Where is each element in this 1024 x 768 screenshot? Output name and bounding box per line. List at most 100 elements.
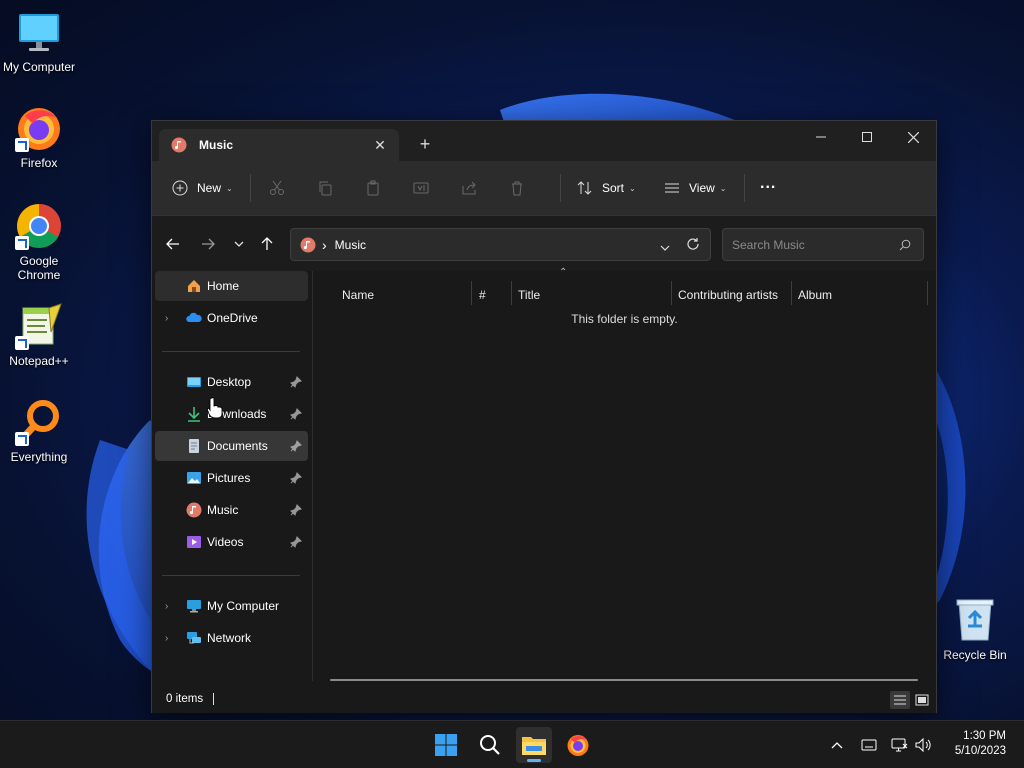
desktop-icon-firefox[interactable]: Firefox	[1, 104, 77, 170]
tab-music[interactable]: Music ✕	[159, 129, 399, 161]
sort-button[interactable]: Sort ⌄	[577, 172, 649, 204]
column-header-number[interactable]: #	[479, 283, 486, 307]
chevron-right-icon[interactable]: ›	[165, 633, 168, 644]
large-icons-view-button[interactable]	[912, 691, 932, 709]
search-icon	[899, 239, 911, 251]
share-button[interactable]	[461, 172, 509, 204]
search-input[interactable]	[732, 237, 892, 252]
toolbar-separator	[250, 174, 251, 202]
chevron-right-icon[interactable]: ›	[165, 601, 168, 612]
column-divider[interactable]	[511, 281, 512, 305]
desktop-icon-recycle-bin[interactable]: Recycle Bin	[937, 596, 1013, 662]
paste-button[interactable]	[365, 172, 413, 204]
pin-icon	[290, 376, 302, 388]
search-button[interactable]	[472, 727, 508, 763]
taskbar-file-explorer[interactable]	[516, 727, 552, 763]
toolbar-separator	[560, 174, 561, 202]
chevron-down-icon: ⌄	[629, 183, 636, 193]
new-tab-button[interactable]: +	[414, 133, 436, 155]
network-status-icon	[891, 738, 908, 752]
sidebar-item-label: Pictures	[207, 471, 251, 485]
sidebar-item-my-computer[interactable]: › My Computer	[155, 591, 308, 621]
column-header-name[interactable]: Name	[342, 283, 374, 307]
desktop-icon-label: Everything	[10, 450, 68, 464]
minimize-button[interactable]	[798, 121, 844, 153]
large-icons-view-icon	[915, 694, 929, 706]
address-bar[interactable]: › Music	[290, 228, 711, 261]
volume-icon	[915, 737, 931, 753]
minimize-icon	[816, 136, 826, 138]
title-bar[interactable]: Music ✕ +	[152, 121, 936, 161]
arrow-up-icon	[261, 237, 273, 250]
column-header-contributing-artists[interactable]: Contributing artists	[678, 283, 778, 307]
desktop-icon-google-chrome[interactable]: Google Chrome	[1, 202, 77, 282]
chevron-down-icon	[660, 245, 670, 251]
music-folder-icon	[186, 502, 202, 518]
clock[interactable]: 1:30 PM 5/10/2023	[955, 729, 1006, 759]
horizontal-scrollbar[interactable]	[330, 679, 918, 681]
search-box[interactable]	[722, 228, 924, 261]
close-tab-button[interactable]: ✕	[371, 136, 389, 154]
chevron-down-icon	[234, 241, 244, 247]
column-header-album[interactable]: Album	[798, 283, 832, 307]
details-view-icon	[894, 695, 906, 705]
column-header-title[interactable]: Title	[518, 283, 540, 307]
sidebar-divider	[162, 575, 300, 576]
recent-locations-button[interactable]	[229, 234, 249, 254]
active-indicator	[527, 759, 541, 762]
rename-button[interactable]	[413, 172, 461, 204]
address-dropdown-button[interactable]	[660, 240, 670, 254]
back-button[interactable]	[163, 234, 183, 254]
breadcrumb-separator[interactable]: ›	[322, 237, 327, 253]
maximize-button[interactable]	[844, 121, 890, 153]
copy-icon	[319, 181, 332, 196]
shortcut-arrow-icon	[15, 236, 29, 250]
see-more-button[interactable]: ...	[760, 172, 790, 204]
desktop-icon-everything[interactable]: Everything	[1, 398, 77, 464]
sidebar-item-network[interactable]: › Network	[155, 623, 308, 653]
desktop-icon-my-computer[interactable]: My Computer	[1, 8, 77, 74]
up-button[interactable]	[257, 234, 277, 254]
column-divider[interactable]	[471, 281, 472, 305]
column-divider[interactable]	[791, 281, 792, 305]
download-icon	[188, 407, 200, 422]
desktop-icon-notepadpp[interactable]: Notepad++	[1, 302, 77, 368]
cut-button[interactable]	[269, 172, 317, 204]
chevron-right-icon[interactable]: ›	[165, 313, 168, 324]
show-hidden-icons-button[interactable]	[828, 736, 846, 754]
details-view-button[interactable]	[890, 691, 910, 709]
column-divider[interactable]	[927, 281, 928, 305]
sidebar-item-label: Desktop	[207, 375, 252, 389]
sidebar-item-pictures[interactable]: Pictures	[155, 463, 308, 493]
refresh-button[interactable]	[686, 237, 700, 254]
tab-title: Music	[199, 138, 234, 152]
new-button[interactable]: New ⌄	[172, 172, 240, 204]
empty-folder-message: This folder is empty.	[571, 312, 678, 326]
breadcrumb-music[interactable]: Music	[335, 238, 366, 252]
network-icon	[187, 632, 201, 644]
view-button[interactable]: View ⌄	[664, 172, 734, 204]
music-folder-icon	[171, 137, 187, 153]
tray-network-button[interactable]	[891, 736, 909, 754]
forward-button[interactable]	[198, 234, 218, 254]
start-button[interactable]	[428, 727, 464, 763]
close-window-button[interactable]	[890, 121, 936, 153]
sidebar-item-desktop[interactable]: Desktop	[155, 367, 308, 397]
sidebar-item-onedrive[interactable]: › OneDrive	[155, 303, 308, 333]
sidebar-item-downloads[interactable]: Downloads	[155, 399, 308, 429]
taskbar-firefox[interactable]	[560, 727, 596, 763]
tray-volume-button[interactable]	[915, 736, 933, 754]
pin-icon	[290, 440, 302, 452]
delete-button[interactable]	[509, 172, 557, 204]
navigation-pane: Home › OneDrive Desktop Downloads Docume…	[152, 271, 310, 681]
taskbar: 1:30 PM 5/10/2023	[0, 720, 1024, 768]
sidebar-item-documents[interactable]: Documents	[155, 431, 308, 461]
column-divider[interactable]	[671, 281, 672, 305]
sidebar-item-home[interactable]: Home	[155, 271, 308, 301]
tray-keyboard-button[interactable]	[860, 736, 878, 754]
file-explorer-window: Music ✕ + New ⌄ Sort ⌄ View ⌄ ... › Musi…	[151, 120, 937, 713]
copy-button[interactable]	[317, 172, 365, 204]
file-list[interactable]: ⌃ Name # Title Contributing artists Albu…	[313, 267, 936, 681]
sidebar-item-music[interactable]: Music	[155, 495, 308, 525]
sidebar-item-videos[interactable]: Videos	[155, 527, 308, 557]
